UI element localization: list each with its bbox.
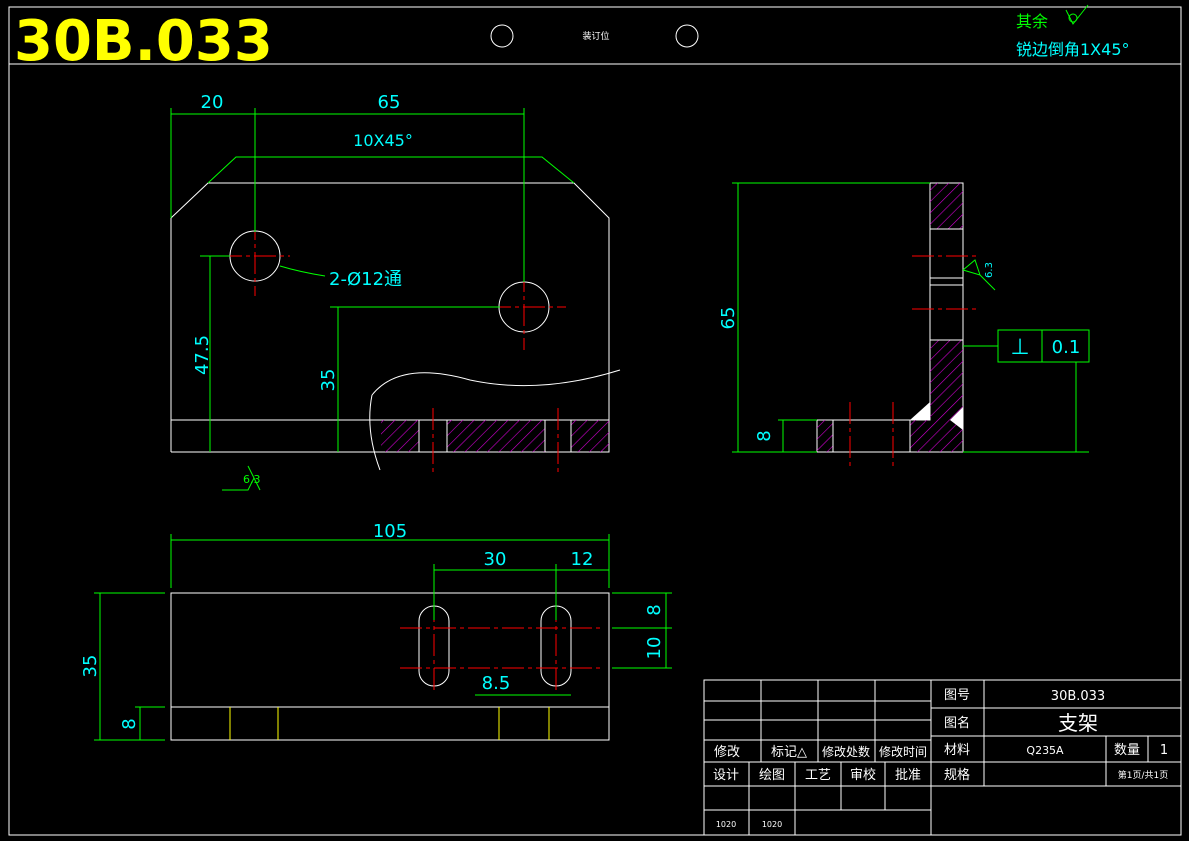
top-dim-35: 35: [80, 655, 101, 678]
binding-label: 装订位: [582, 30, 609, 42]
dim-8-5: 8.5: [482, 673, 511, 694]
material-label: 材料: [944, 743, 970, 758]
binding-hole-left: [490, 24, 514, 48]
surface-finish-label: 其余: [1016, 12, 1048, 31]
cad-drawing: 30B.033 装订位 其余 锐边倒角1X45° 20 65 10X45° 2-…: [8, 4, 1182, 836]
material: Q235A: [1026, 744, 1064, 757]
sign-label-4: 批准: [895, 768, 921, 783]
name-label: 图名: [944, 715, 970, 731]
rev-label-1: 标记△: [771, 745, 807, 760]
top-dim-8-left: 8: [119, 718, 140, 729]
qty: 1: [1160, 743, 1168, 758]
rev-label-3: 修改时间: [879, 744, 927, 759]
draw-value: 1020: [762, 820, 782, 829]
dim-20: 20: [201, 92, 224, 113]
drawing-number-large: 30B.033: [14, 9, 273, 74]
drawing-no-label: 图号: [944, 688, 970, 703]
top-dim-8-right: 8: [644, 604, 665, 615]
top-dim-10: 10: [644, 637, 665, 660]
dim-105: 105: [373, 521, 407, 542]
side-view: 65 8 6.3 ⊥ 0.1: [718, 182, 1090, 468]
side-roughness: 6.3: [984, 262, 995, 278]
binding-hole-right: [675, 24, 699, 48]
roughness-symbol-icon: [1065, 4, 1089, 25]
design-value: 1020: [716, 820, 736, 829]
drawing-no: 30B.033: [1051, 689, 1105, 704]
dim-47-5: 47.5: [192, 335, 213, 375]
sign-label-3: 审校: [850, 767, 876, 783]
side-dim-8: 8: [754, 430, 775, 441]
hole-callout: 2-Ø12通: [329, 269, 402, 290]
title-block-text: 图号 30B.033 图名 支架 材料 Q235A 数量 1 规格 第1页/共1…: [713, 688, 1168, 829]
part-name: 支架: [1058, 711, 1098, 735]
dim-65: 65: [378, 92, 401, 113]
dim-30: 30: [484, 549, 507, 570]
sign-label-1: 绘图: [759, 768, 785, 783]
spec-label: 规格: [944, 767, 970, 783]
perpendicularity-icon: ⊥: [1010, 335, 1029, 360]
side-dim-65: 65: [718, 307, 739, 330]
rev-label-0: 修改: [714, 745, 740, 760]
dim-35: 35: [318, 369, 339, 392]
tolerance-value: 0.1: [1052, 337, 1081, 358]
front-view: 20 65 10X45° 2-Ø12通 47.5 35 6.3: [170, 92, 621, 491]
sign-label-0: 设计: [713, 768, 739, 783]
chamfer-dim: 10X45°: [353, 131, 413, 150]
chamfer-note: 锐边倒角1X45°: [1016, 40, 1130, 59]
rev-label-2: 修改处数: [822, 744, 870, 759]
sign-label-2: 工艺: [805, 768, 831, 783]
dim-12: 12: [571, 549, 594, 570]
page-info: 第1页/共1页: [1118, 769, 1169, 781]
qty-label: 数量: [1114, 743, 1140, 758]
top-view: 105 30 12 35 8 8 10 8.5: [80, 521, 672, 741]
roughness-value: 6.3: [243, 473, 261, 486]
